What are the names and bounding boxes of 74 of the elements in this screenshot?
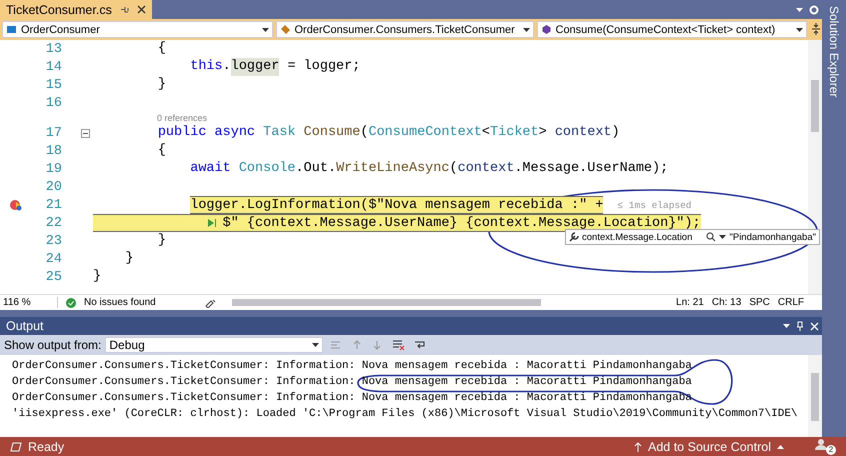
line-number: 24	[44, 252, 62, 266]
split-icon[interactable]	[810, 21, 822, 37]
close-icon[interactable]	[136, 5, 146, 14]
run-to-click-icon[interactable]	[206, 218, 217, 228]
settings-icon[interactable]	[809, 4, 819, 14]
code-lens: 0 references	[157, 113, 208, 123]
pin-icon[interactable]	[120, 5, 129, 14]
output-line: OrderConsumer.Consumers.TicketConsumer: Information: Nova mensagem recebida : Macoratti Pindamonhangaba	[12, 375, 692, 390]
project-icon	[6, 24, 17, 35]
code-line: await Console.Out.WriteLineAsync(context.Message.UserName);	[189, 160, 668, 178]
code-line: }	[156, 76, 166, 94]
check-icon	[66, 298, 76, 308]
line-number: 25	[44, 270, 62, 284]
issues-status[interactable]: No issues found	[84, 297, 156, 308]
caret-icon	[522, 28, 530, 32]
spacing-indicator: SPC	[749, 297, 770, 308]
navigation-dropdown[interactable]: Consume(ConsumeContext<Ticket> context)	[536, 21, 807, 38]
document-tab[interactable]: TicketConsumer.cs	[0, 0, 152, 19]
panel-tab[interactable]: Solution Explorer	[827, 6, 841, 98]
brush-icon[interactable]	[204, 298, 218, 308]
zoom-dropdown[interactable]: 116 %	[0, 297, 58, 308]
vertical-scrollbar[interactable]	[808, 355, 822, 437]
output-line: OrderConsumer.Consumers.TicketConsumer: Information: Nova mensagem recebida : Macoratti Pindamonhangaba	[12, 391, 692, 406]
caret-icon	[777, 444, 784, 448]
collapse-icon[interactable]	[81, 128, 90, 138]
line-number: 16	[44, 96, 62, 110]
code-line: this.logger = logger;	[189, 58, 360, 76]
caret-icon	[719, 235, 726, 239]
output-line: 'iisexpress.exe' (CoreCLR: clrhost): Loaded 'C:\Program Files (x86)\Microsoft Visual Studio\2019\Community\Common7\IDE\	[12, 407, 798, 422]
column-indicator: Ch: 13	[712, 297, 742, 308]
panel-title: Output	[6, 319, 45, 333]
line-number: 15	[44, 78, 62, 92]
line-number: 14	[44, 60, 62, 74]
code-line: }	[124, 250, 134, 268]
line-number: 18	[44, 144, 62, 158]
caret-icon	[262, 28, 268, 32]
perf-tip: ≤ 1ms elapsed	[617, 200, 692, 210]
line-number: 22	[44, 216, 62, 230]
line-number: 20	[44, 180, 62, 194]
navigation-dropdown[interactable]: OrderConsumer.Consumers.TicketConsumer	[276, 21, 534, 38]
source-label: Show output from:	[4, 338, 102, 352]
data-tip-expression: context.Message.Location	[582, 232, 694, 242]
line-number: 19	[44, 162, 62, 176]
code-line: }	[93, 268, 102, 286]
output-line: OrderConsumer.Consumers.TicketConsumer: Information: Nova mensagem recebida : Macoratti Pindamonhangaba	[12, 359, 692, 374]
code-line: public async Task Consume(ConsumeContext<Ticket> context)	[156, 124, 620, 142]
code-line: logger.LogInformation($"Nova mensagem recebida :" + ≤ 1ms elapsed	[189, 196, 692, 214]
caret-icon	[783, 324, 790, 328]
ready-icon	[10, 442, 22, 452]
caret-icon	[312, 343, 320, 347]
code-line: {	[156, 142, 166, 160]
caret-icon	[796, 8, 803, 12]
line-number: 17	[44, 126, 62, 140]
upload-icon	[634, 442, 642, 452]
line-number: 23	[44, 234, 62, 248]
status-text: Ready	[28, 440, 64, 454]
data-tip-value: "Pindamonhangaba"	[729, 232, 816, 242]
source-control-button[interactable]: Add to Source Control	[648, 440, 771, 454]
code-line: $" {context.Message.UserName} {context.Message.Location}");	[93, 214, 701, 232]
line-number: 21	[44, 198, 62, 212]
source-dropdown[interactable]: Debug	[105, 337, 324, 353]
line-ending-indicator: CRLF	[778, 297, 804, 308]
wrench-icon	[569, 232, 579, 242]
navigation-dropdown[interactable]: OrderConsumer	[2, 21, 272, 38]
person-icon	[814, 438, 828, 450]
line-indicator: Ln: 21	[676, 297, 704, 308]
method-icon	[540, 24, 552, 35]
code-line: }	[156, 232, 166, 250]
search-icon[interactable]	[706, 232, 716, 242]
notifications-button[interactable]: 2	[814, 438, 836, 455]
class-icon	[280, 24, 290, 35]
caret-icon	[796, 28, 803, 32]
line-number: 13	[44, 42, 62, 56]
code-line: {	[156, 40, 166, 58]
